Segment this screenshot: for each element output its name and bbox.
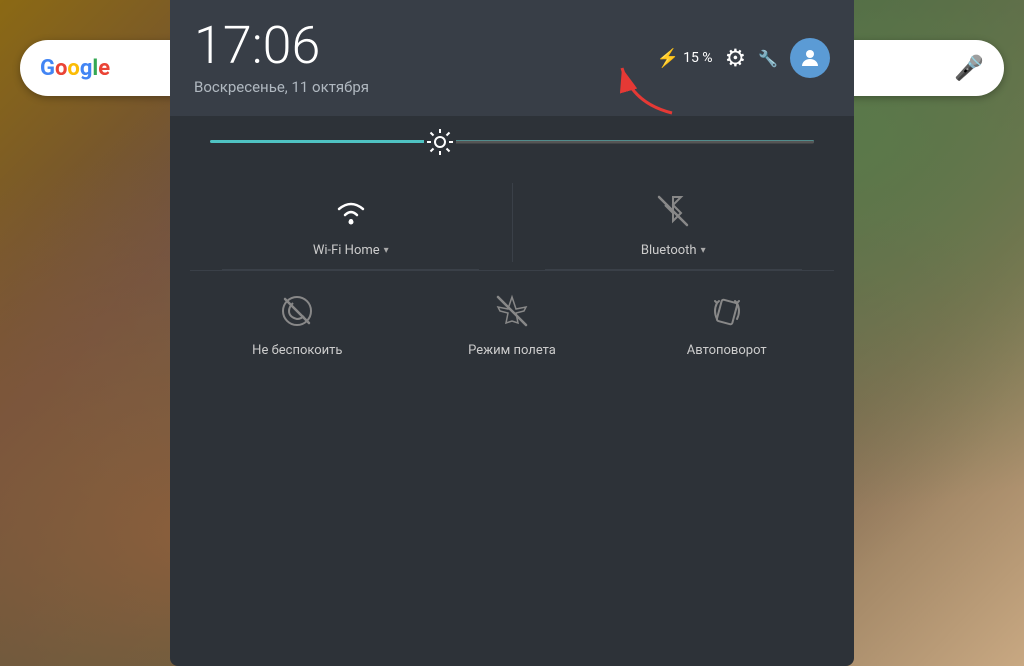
toggles-row-2: Не беспокоить Режим полета xyxy=(170,275,854,370)
quick-toggles: Wi-Fi Home ▾ Bluetooth ▾ xyxy=(170,159,854,386)
wifi-label: Wi-Fi Home xyxy=(313,243,380,258)
settings-icon[interactable]: ⚙ xyxy=(725,44,747,72)
wifi-label-row: Wi-Fi Home ▾ xyxy=(313,243,389,258)
row-divider xyxy=(190,270,834,271)
user-avatar[interactable] xyxy=(790,38,830,78)
autorotate-label: Автоповорот xyxy=(687,343,767,358)
dnd-toggle[interactable]: Не беспокоить xyxy=(190,275,405,370)
brightness-section xyxy=(170,116,854,159)
panel-header: 17:06 Воскресенье, 11 октября ⚡ 15 % xyxy=(170,0,854,116)
brightness-icon xyxy=(426,128,454,156)
airplane-label: Режим полета xyxy=(468,343,556,358)
bluetooth-icon-wrap xyxy=(649,187,697,235)
autorotate-icon-wrap xyxy=(703,287,751,335)
airplane-icon xyxy=(494,293,530,329)
brightness-thumb[interactable] xyxy=(424,126,456,158)
notification-panel: 17:06 Воскресенье, 11 октября ⚡ 15 % xyxy=(170,0,854,666)
brightness-slider[interactable] xyxy=(210,140,814,143)
mic-icon[interactable]: 🎤 xyxy=(954,54,984,82)
bluetooth-chevron[interactable]: ▾ xyxy=(701,245,706,256)
wrench-icon[interactable]: 🔧 xyxy=(758,49,778,68)
date-display: Воскресенье, 11 октября xyxy=(194,78,369,96)
google-logo: Google xyxy=(40,56,110,81)
toggles-row-1: Wi-Fi Home ▾ Bluetooth ▾ xyxy=(170,175,854,270)
bluetooth-toggle[interactable]: Bluetooth ▾ xyxy=(513,175,835,270)
battery-info: ⚡ 15 % xyxy=(657,48,713,69)
airplane-toggle[interactable]: Режим полета xyxy=(405,275,620,370)
datetime: 17:06 Воскресенье, 11 октября xyxy=(194,20,369,96)
dnd-label: Не беспокоить xyxy=(252,343,342,358)
autorotate-icon xyxy=(709,293,745,329)
battery-percentage: 15 % xyxy=(683,50,712,66)
dnd-icon-wrap xyxy=(273,287,321,335)
wifi-chevron[interactable]: ▾ xyxy=(384,245,389,256)
header-icons: ⚡ 15 % ⚙ 🔧 xyxy=(657,38,830,78)
dnd-icon xyxy=(279,293,315,329)
autorotate-toggle[interactable]: Автоповорот xyxy=(619,275,834,370)
bluetooth-label-row: Bluetooth ▾ xyxy=(641,243,706,258)
bluetooth-icon xyxy=(655,193,691,229)
battery-icon: ⚡ xyxy=(657,48,679,69)
time-display: 17:06 xyxy=(194,20,369,72)
wifi-toggle[interactable]: Wi-Fi Home ▾ xyxy=(190,175,512,270)
bluetooth-label: Bluetooth xyxy=(641,243,697,258)
airplane-icon-wrap xyxy=(488,287,536,335)
wifi-icon xyxy=(331,193,371,229)
wifi-icon-wrap xyxy=(327,187,375,235)
